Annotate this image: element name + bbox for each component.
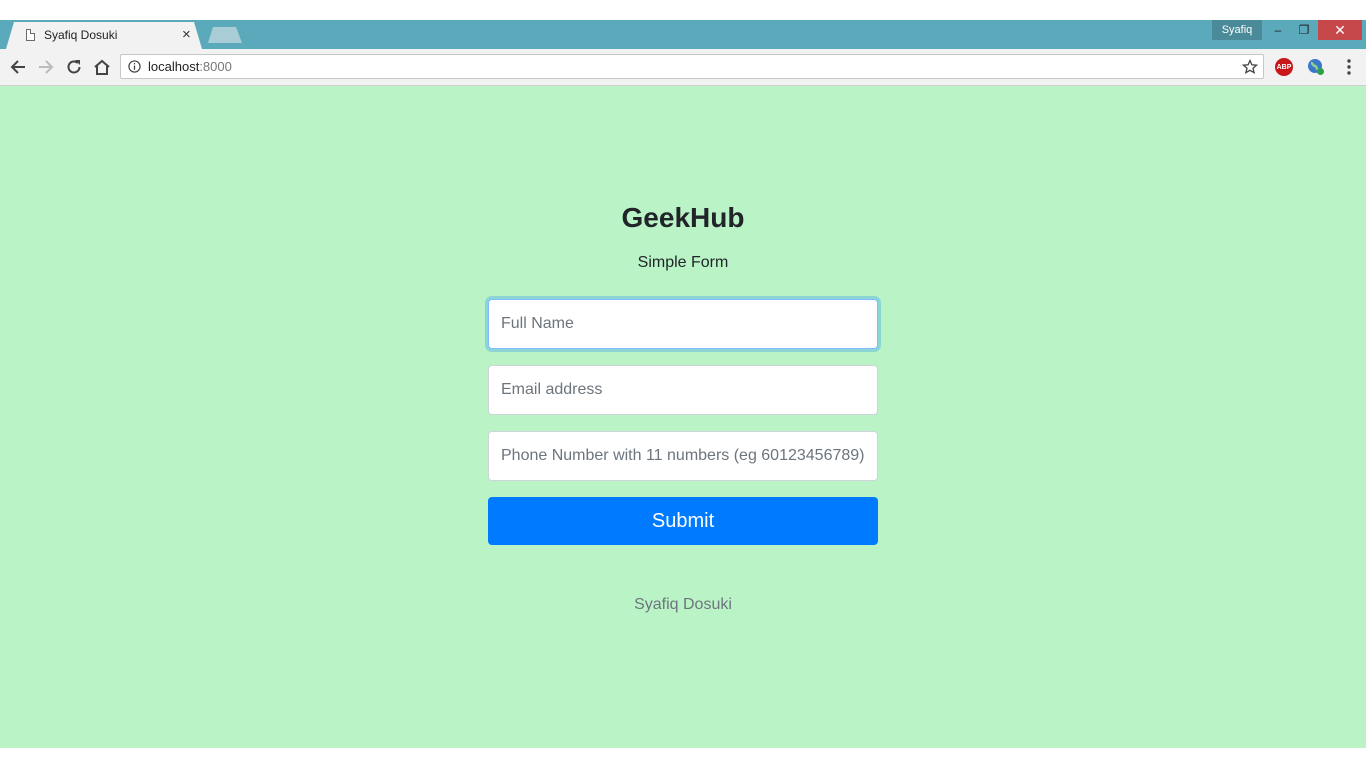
kebab-menu-icon[interactable] bbox=[1340, 57, 1358, 77]
new-tab-button[interactable] bbox=[208, 27, 242, 43]
info-icon[interactable] bbox=[128, 60, 141, 73]
adblock-extension-icon[interactable]: ABP bbox=[1275, 58, 1293, 76]
restore-button[interactable]: ❐ bbox=[1291, 20, 1317, 40]
globe-extension-icon[interactable] bbox=[1307, 58, 1325, 76]
page-icon bbox=[26, 29, 35, 41]
minimize-button[interactable]: – bbox=[1265, 20, 1291, 40]
browser-tab[interactable]: Syafiq Dosuki × bbox=[6, 22, 202, 49]
reload-icon[interactable] bbox=[62, 55, 86, 79]
forward-arrow-icon[interactable] bbox=[34, 55, 58, 79]
tab-title: Syafiq Dosuki bbox=[44, 28, 118, 42]
back-arrow-icon[interactable] bbox=[6, 55, 30, 79]
url-text[interactable]: localhost:8000 bbox=[148, 59, 232, 74]
page-content: GeekHub Simple Form Submit Syafiq Dosuki bbox=[0, 86, 1366, 748]
footer-author: Syafiq Dosuki bbox=[634, 596, 732, 613]
address-bar[interactable]: localhost:8000 bbox=[120, 54, 1264, 79]
page-subtitle: Simple Form bbox=[637, 254, 729, 271]
close-window-button[interactable]: ✕ bbox=[1318, 20, 1362, 40]
page-title: GeekHub bbox=[621, 202, 745, 233]
browser-toolbar: localhost:8000 ABP bbox=[0, 49, 1366, 86]
full-name-input[interactable] bbox=[488, 299, 878, 349]
home-icon[interactable] bbox=[90, 55, 114, 79]
browser-titlebar: Syafiq Dosuki × Syafiq – ❐ ✕ bbox=[0, 20, 1366, 49]
tab-close-icon[interactable]: × bbox=[182, 25, 191, 45]
bookmark-star-icon[interactable] bbox=[1242, 59, 1258, 75]
phone-number-input[interactable] bbox=[488, 431, 878, 481]
email-input[interactable] bbox=[488, 365, 878, 415]
submit-button[interactable]: Submit bbox=[488, 497, 878, 545]
profile-button[interactable]: Syafiq bbox=[1212, 20, 1262, 40]
